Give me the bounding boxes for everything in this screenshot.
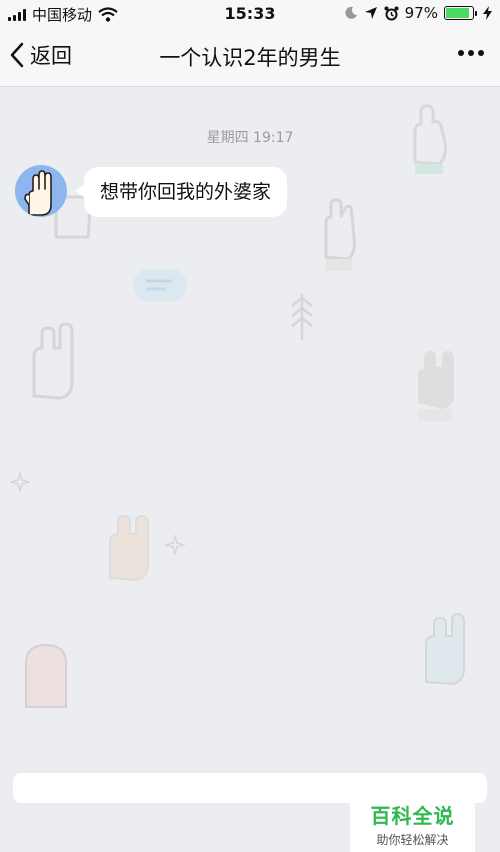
battery-tip <box>475 10 477 16</box>
hand-avatar-icon <box>24 170 52 216</box>
hand-doodle-icon <box>109 514 149 582</box>
hand-doodle-icon <box>324 198 356 271</box>
chat-title: 一个认识2年的男生 <box>159 46 341 70</box>
battery-icon <box>444 6 474 20</box>
status-bar: 中国移动 15:33 97% <box>0 0 500 28</box>
location-icon <box>364 7 377 19</box>
message-input-bar[interactable] <box>13 773 487 803</box>
avatar[interactable] <box>15 165 67 217</box>
tree-doodle-icon <box>291 294 313 340</box>
alarm-icon <box>384 6 399 20</box>
moon-icon <box>345 6 357 19</box>
battery-percent: 97% <box>404 4 438 22</box>
sparkle-icon <box>165 535 185 555</box>
nav-bar: 返回 一个认识2年的男生 <box>0 28 500 87</box>
hand-doodle-icon <box>25 643 67 708</box>
chat-bubble-doodle-icon <box>134 269 186 301</box>
message-bubble[interactable]: 想带你回我的外婆家 <box>84 167 288 217</box>
charging-icon <box>483 6 492 20</box>
hand-doodle-icon <box>32 322 74 400</box>
message-timestamp: 星期四 19:17 <box>206 130 294 146</box>
watermark-slogan: 助你轻松解决 <box>376 833 449 847</box>
hand-doodle-icon <box>425 612 465 686</box>
hand-doodle-icon <box>418 351 454 421</box>
battery-fill <box>446 8 470 18</box>
status-right: 97% <box>344 4 492 22</box>
sparkle-icon <box>10 472 30 492</box>
chat-area[interactable]: 星期四 19:17 想带你回我的外婆家 百科全说 助你轻松解决 <box>0 87 500 852</box>
more-icon[interactable] <box>458 50 484 56</box>
